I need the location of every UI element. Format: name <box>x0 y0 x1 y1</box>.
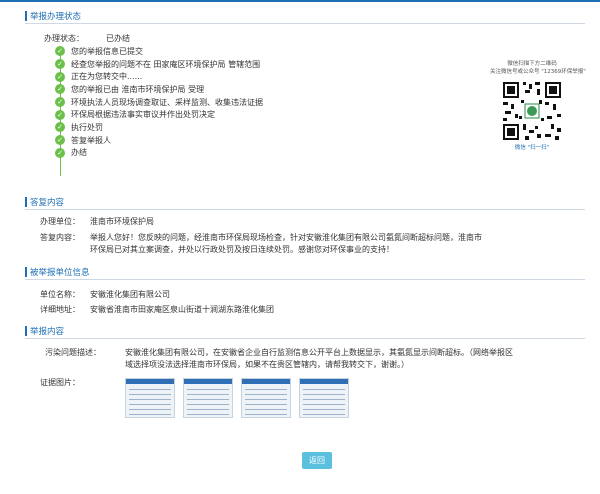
progress-timeline: ✓ 您的举报信息已提交 ✓ 经查您举报的问题不在 田家庵区环境保护局 管辖范围 ✓ 正… <box>55 45 263 176</box>
step-label: 您的举报已由 淮南市环境保护局 受理 <box>71 84 205 94</box>
pollution-description-line2: 域选择项没法选择淮南市环保局，如果不在贵区管辖内，请帮我转交下，谢谢。） <box>125 360 409 369</box>
unit-name-value: 安徽淮化集团有限公司 <box>90 290 170 299</box>
check-icon: ✓ <box>55 59 65 70</box>
handling-unit-row: 办理单位： 淮南市环境保护局 <box>20 216 154 228</box>
timeline-step: ✓ 环保局根据违法事实审议并作出处罚决定 <box>55 108 263 121</box>
back-button[interactable]: 返回 <box>302 452 332 469</box>
step-label: 答复举报人 <box>71 135 111 145</box>
section-marker <box>25 326 27 336</box>
step-label: 正在为您转交中...... <box>71 72 143 82</box>
section-marker <box>25 267 27 277</box>
evidence-thumbnails <box>125 378 349 418</box>
pollution-description-line1: 安徽淮化集团有限公司，在安徽省企业自行监测信息公开平台上数据显示，其氨氮显示间断… <box>125 348 513 357</box>
report-content-section-header: 举报内容 <box>25 325 64 337</box>
reply-section-header: 答复内容 <box>25 196 64 208</box>
qr-caption-line1: 微信扫描下方二维码 <box>507 61 557 67</box>
pollution-description-text: 安徽淮化集团有限公司，在安徽省企业自行监测信息公开平台上数据显示，其氨氮显示间断… <box>125 347 513 371</box>
status-value: 已办结 <box>106 34 130 43</box>
status-label: 办理状态： <box>44 34 84 43</box>
timeline-step: ✓ 您的举报信息已提交 <box>55 45 263 58</box>
evidence-thumbnail[interactable] <box>183 378 233 418</box>
step-label: 执行处罚 <box>71 122 103 132</box>
timeline-step: ✓ 经查您举报的问题不在 田家庵区环境保护局 管辖范围 <box>55 58 263 71</box>
unit-name-label: 单位名称： <box>40 290 80 299</box>
evidence-row: 证据图片： <box>20 377 80 389</box>
top-accent-line <box>0 0 600 2</box>
handling-unit-value: 淮南市环境保护局 <box>90 217 154 226</box>
address-row: 详细地址： 安徽省淮南市田家庵区泉山街道十涧湖东路淮化集团 <box>20 304 274 316</box>
check-icon: ✓ <box>55 135 65 146</box>
evidence-thumbnail[interactable] <box>125 378 175 418</box>
check-icon: ✓ <box>55 97 65 108</box>
report-content-section-title: 举报内容 <box>30 327 65 337</box>
check-icon: ✓ <box>55 71 65 82</box>
status-section-header: 举报办理状态 <box>25 10 81 22</box>
check-icon: ✓ <box>55 109 65 120</box>
timeline-step: ✓ 正在为您转交中...... <box>55 70 263 83</box>
reported-unit-section-header: 被举报单位信息 <box>25 266 90 278</box>
pollution-description-row: 污染问题描述： 安徽淮化集团有限公司，在安徽省企业自行监测信息公开平台上数据显示… <box>45 347 513 371</box>
section-marker <box>25 197 27 207</box>
timeline-step: ✓ 您的举报已由 淮南市环境保护局 受理 <box>55 83 263 96</box>
reply-content-line1: 举报人您好！您反映的问题，经淮南市环保局现场检查，针对安徽淮化集团有限公司氨氮间… <box>90 233 482 242</box>
section-divider <box>25 23 585 24</box>
timeline-step: ✓ 环境执法人员现场调查取证、采样监测、收集违法证据 <box>55 96 263 109</box>
section-divider <box>25 338 585 339</box>
section-divider <box>25 209 585 210</box>
check-icon: ✓ <box>55 46 65 57</box>
qr-code-image <box>501 80 563 142</box>
section-marker <box>25 11 27 21</box>
reply-content-line2: 环保局已对其立案调查，并处以行政处罚及按日连续处罚。感谢您对环保事业的支持！ <box>90 245 394 254</box>
check-icon: ✓ <box>55 84 65 95</box>
reply-content-row: 答复内容： 举报人您好！您反映的问题，经淮南市环保局现场检查，针对安徽淮化集团有… <box>20 232 482 256</box>
evidence-thumbnail[interactable] <box>241 378 291 418</box>
reply-content-label: 答复内容： <box>40 233 80 242</box>
reply-section-title: 答复内容 <box>30 198 65 208</box>
qr-scan-label: 微信 "扫一扫" <box>514 145 550 151</box>
status-row: 办理状态： 已办结 <box>44 33 130 44</box>
step-label: 经查您举报的问题不在 田家庵区环境保护局 管辖范围 <box>71 59 261 69</box>
pollution-description-label: 污染问题描述： <box>45 348 101 357</box>
handling-unit-label: 办理单位： <box>40 217 80 226</box>
timeline-step: ✓ 办结 <box>55 147 263 160</box>
evidence-thumbnail[interactable] <box>299 378 349 418</box>
section-divider <box>25 279 585 280</box>
check-icon: ✓ <box>55 147 65 158</box>
address-value: 安徽省淮南市田家庵区泉山街道十涧湖东路淮化集团 <box>90 305 274 314</box>
status-section-title: 举报办理状态 <box>30 12 82 22</box>
step-label: 办结 <box>71 148 87 158</box>
qr-caption-line2: 关注微信号或公众号 "12369环保举报" <box>490 69 586 75</box>
unit-name-row: 单位名称： 安徽淮化集团有限公司 <box>20 289 170 301</box>
step-label: 环保局根据违法事实审议并作出处罚决定 <box>71 110 215 120</box>
qr-code-panel: 微信扫描下方二维码 关注微信号或公众号 "12369环保举报" 微信 "扫一扫" <box>490 60 586 152</box>
reported-unit-section-title: 被举报单位信息 <box>30 268 90 278</box>
address-label: 详细地址： <box>40 305 80 314</box>
timeline-step: ✓ 答复举报人 <box>55 134 263 147</box>
reply-content-text: 举报人您好！您反映的问题，经淮南市环保局现场检查，针对安徽淮化集团有限公司氨氮间… <box>90 232 482 256</box>
evidence-label: 证据图片： <box>40 378 80 387</box>
step-label: 您的举报信息已提交 <box>71 46 143 56</box>
step-label: 环境执法人员现场调查取证、采样监测、收集违法证据 <box>71 97 263 107</box>
check-icon: ✓ <box>55 122 65 133</box>
timeline-step: ✓ 执行处罚 <box>55 121 263 134</box>
